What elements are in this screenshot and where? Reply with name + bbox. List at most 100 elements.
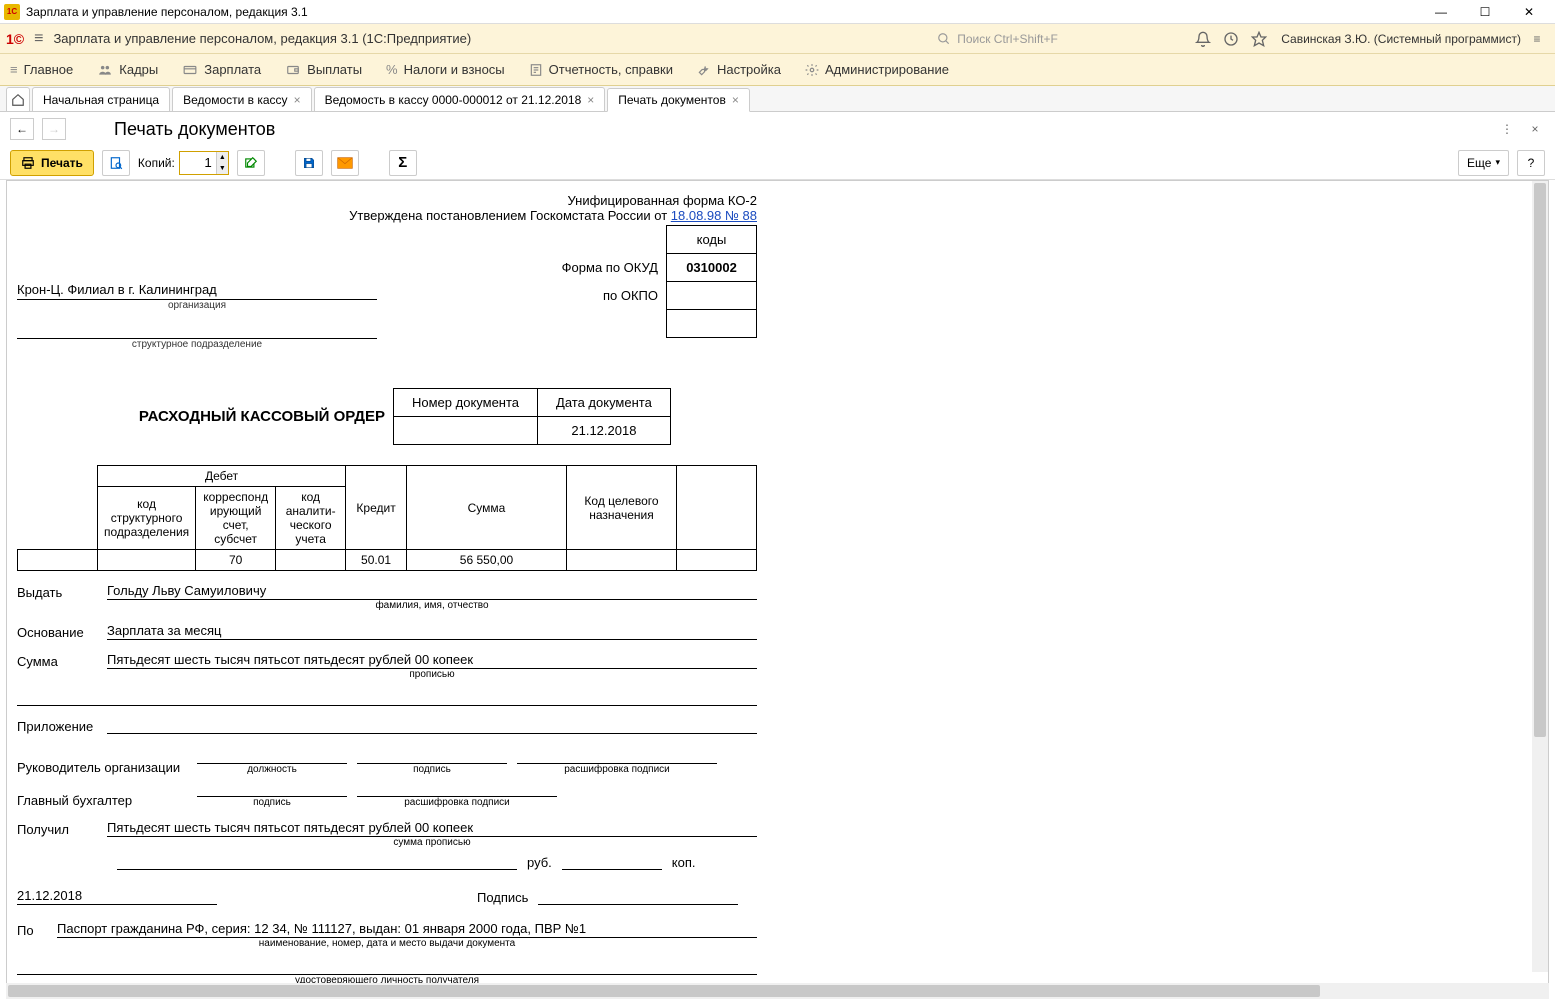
ruk-label: Руководитель организации — [17, 760, 187, 775]
okud-value: 0310002 — [667, 254, 757, 282]
page-menu-icon[interactable]: ⋮ — [1497, 119, 1517, 139]
poluchil-label: Получил — [17, 822, 97, 837]
bell-icon[interactable] — [1191, 27, 1215, 51]
print-toolbar: Печать Копий: ▲▼ Σ Еще▾ ? — [0, 146, 1555, 180]
spin-down[interactable]: ▼ — [216, 163, 228, 174]
accounting-table: Дебет Кредит Сумма Код целевого назначен… — [17, 465, 757, 571]
app-bar: 1© ≡ Зарплата и управление персоналом, р… — [0, 24, 1555, 54]
copies-control: Копий: ▲▼ — [138, 151, 229, 175]
numdoc-value — [394, 417, 538, 445]
document-preview-area[interactable]: Унифицированная форма КО-2 Утверждена по… — [6, 180, 1549, 989]
print-button[interactable]: Печать — [10, 150, 94, 176]
window-maximize-button[interactable]: ☐ — [1463, 1, 1507, 23]
close-icon[interactable]: × — [732, 93, 739, 107]
tab-vedomosti[interactable]: Ведомости в кассу× — [172, 87, 311, 111]
datedoc-value: 21.12.2018 — [538, 417, 671, 445]
vydat-value: Гольду Льву Самуиловичу — [107, 583, 757, 600]
tab-vedomost-doc[interactable]: Ведомость в кассу 0000-000012 от 21.12.2… — [314, 87, 606, 111]
podpis2-label: Подпись — [477, 890, 528, 905]
po-sub: наименование, номер, дата и место выдачи… — [17, 938, 757, 949]
poluchil-value: Пятьдесят шесть тысяч пятьсот пятьдесят … — [107, 820, 757, 837]
vydat-sub: фамилия, имя, отчество — [107, 600, 757, 611]
po-label: По — [17, 923, 47, 938]
tab-home[interactable]: Начальная страница — [32, 87, 170, 111]
copies-label: Копий: — [138, 156, 175, 170]
printer-icon — [21, 156, 35, 170]
more-button[interactable]: Еще▾ — [1458, 150, 1509, 176]
star-icon[interactable] — [1247, 27, 1271, 51]
menu-admin[interactable]: Администрирование — [805, 62, 949, 77]
app-logo-icon: 1С — [4, 4, 20, 20]
codes-header: коды — [667, 226, 757, 254]
glbuh-label: Главный бухгалтер — [17, 793, 187, 808]
doc-number-date-table: Номер документаДата документа 21.12.2018 — [393, 388, 671, 445]
nav-forward-button[interactable]: → — [42, 118, 66, 140]
struct-sub: структурное подразделение — [17, 339, 377, 350]
kop-label: коп. — [672, 855, 696, 870]
pril-value — [107, 718, 757, 734]
date2-value: 21.12.2018 — [17, 888, 217, 905]
window-title: Зарплата и управление персоналом, редакц… — [26, 5, 1419, 19]
gear-icon — [805, 63, 819, 77]
scrollbar-thumb[interactable] — [1534, 183, 1546, 737]
email-button[interactable] — [331, 150, 359, 176]
scrollbar-thumb[interactable] — [8, 985, 1320, 997]
global-search-input[interactable]: Поиск Ctrl+Shift+F — [937, 32, 1187, 46]
wrench-icon — [697, 63, 711, 77]
menu-vyplaty[interactable]: Выплаты — [285, 62, 362, 77]
menu-nalogi[interactable]: %Налоги и взносы — [386, 62, 505, 77]
tab-print-documents[interactable]: Печать документов× — [607, 88, 750, 112]
window-close-button[interactable]: ✕ — [1507, 1, 1551, 23]
summa-sub: прописью — [107, 669, 757, 680]
edit-button[interactable] — [237, 150, 265, 176]
menu-main[interactable]: ≡Главное — [10, 62, 73, 77]
okud-label: Форма по ОКУД — [552, 254, 667, 282]
search-placeholder: Поиск Ctrl+Shift+F — [957, 32, 1058, 46]
summa-words: Пятьдесят шесть тысяч пятьсот пятьдесят … — [107, 652, 757, 669]
menu-icon: ≡ — [10, 62, 18, 77]
menu-zarplata[interactable]: Зарплата — [182, 62, 261, 77]
app-title: Зарплата и управление персоналом, редакц… — [53, 31, 471, 46]
close-icon[interactable]: × — [587, 93, 594, 107]
sum-button[interactable]: Σ — [389, 150, 417, 176]
page-header: ← → Печать документов ⋮ × — [0, 112, 1555, 146]
horizontal-scrollbar[interactable] — [6, 983, 1549, 999]
window-titlebar: 1С Зарплата и управление персоналом, ред… — [0, 0, 1555, 24]
form-header-line2: Утверждена постановлением Госкомстата Ро… — [17, 208, 757, 223]
close-icon[interactable]: × — [294, 93, 301, 107]
osn-label: Основание — [17, 625, 97, 640]
summa-value: 56 550,00 — [407, 550, 567, 571]
org-sub: организация — [17, 300, 377, 311]
people-icon — [97, 63, 113, 77]
nav-back-button[interactable]: ← — [10, 118, 34, 140]
menu-otchet[interactable]: Отчетность, справки — [529, 62, 673, 77]
history-icon[interactable] — [1219, 27, 1243, 51]
report-icon — [529, 63, 543, 77]
org-value: Крон-Ц. Филиал в г. Калининград — [17, 282, 377, 300]
tab-home-icon[interactable] — [6, 87, 30, 111]
decree-link[interactable]: 18.08.98 № 88 — [671, 208, 757, 223]
options-menu-button[interactable]: ≡ — [1525, 27, 1549, 51]
poluchil-sub: сумма прописью — [107, 837, 757, 848]
spin-up[interactable]: ▲ — [216, 152, 228, 163]
wallet-icon — [285, 63, 301, 77]
main-menu: ≡Главное Кадры Зарплата Выплаты %Налоги … — [0, 54, 1555, 86]
po-value: Паспорт гражданина РФ, серия: 12 34, № 1… — [57, 921, 757, 938]
page-close-icon[interactable]: × — [1525, 119, 1545, 139]
vertical-scrollbar[interactable] — [1532, 181, 1548, 972]
window-minimize-button[interactable]: — — [1419, 1, 1463, 23]
hamburger-menu-button[interactable]: ≡ — [34, 30, 43, 48]
numdoc-header: Номер документа — [394, 389, 538, 417]
vydat-label: Выдать — [17, 585, 97, 600]
help-button[interactable]: ? — [1517, 150, 1545, 176]
preview-button[interactable] — [102, 150, 130, 176]
save-button[interactable] — [295, 150, 323, 176]
osn-value: Зарплата за месяц — [107, 623, 757, 640]
menu-kadry[interactable]: Кадры — [97, 62, 158, 77]
current-user[interactable]: Савинская З.Ю. (Системный программист) — [1281, 32, 1521, 46]
brand-logo-icon: 1© — [6, 31, 24, 47]
form-header-line1: Унифицированная форма КО-2 — [17, 193, 757, 208]
search-icon — [937, 32, 951, 46]
document-tabs: Начальная страница Ведомости в кассу× Ве… — [0, 86, 1555, 112]
menu-nastroika[interactable]: Настройка — [697, 62, 781, 77]
